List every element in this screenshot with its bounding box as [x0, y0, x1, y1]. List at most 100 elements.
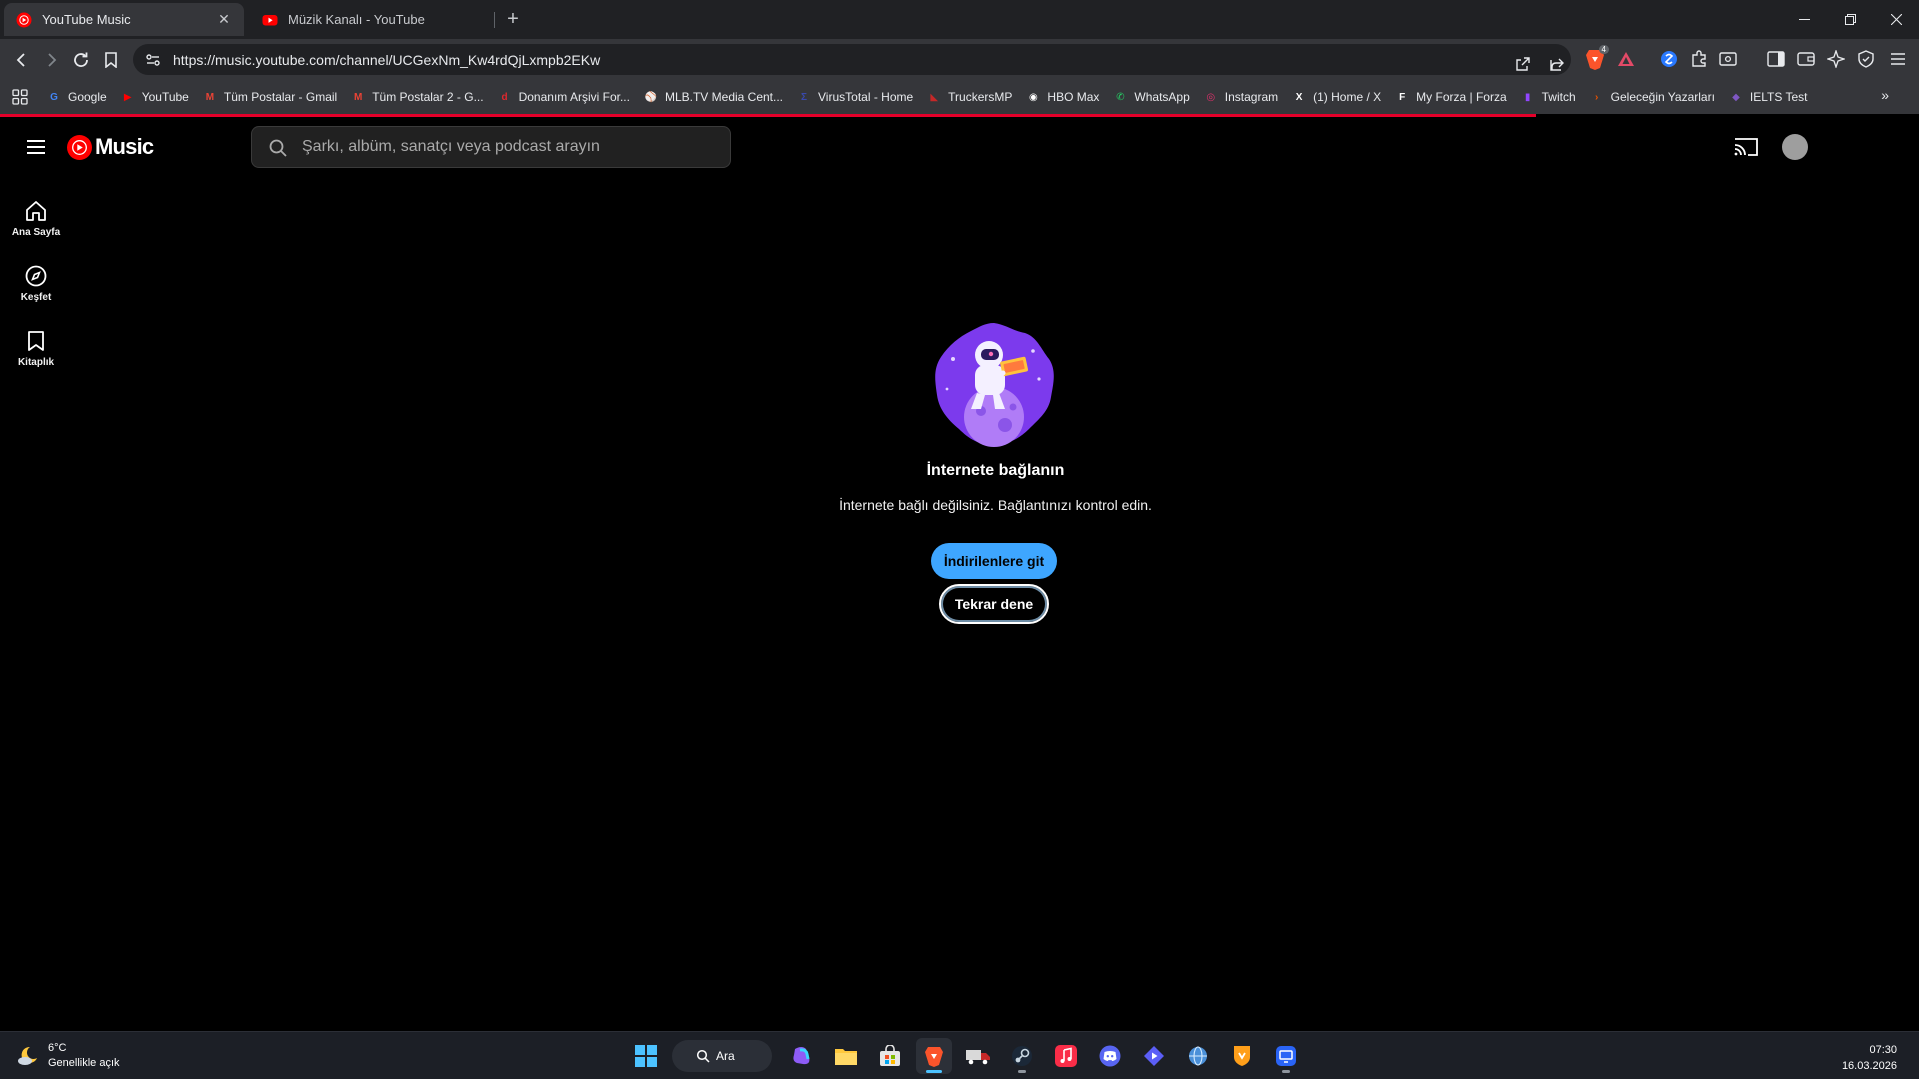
search-icon: [269, 139, 287, 157]
start-button[interactable]: [628, 1038, 664, 1074]
bookmark-label: YouTube: [141, 90, 189, 104]
clock-time: 07:30: [1869, 1044, 1897, 1056]
share-button[interactable]: [1545, 52, 1569, 76]
tab-youtube-music[interactable]: YouTube Music ✕: [4, 3, 244, 36]
bookmark-item[interactable]: d Donanım Arşivi For...: [497, 89, 630, 105]
close-window-button[interactable]: [1873, 0, 1919, 39]
bookmark-item[interactable]: F My Forza | Forza: [1394, 89, 1507, 105]
go-to-downloads-button[interactable]: İndirilenlere git: [931, 543, 1057, 579]
bookmark-item[interactable]: ◆ IELTS Test: [1728, 89, 1807, 105]
bookmark-item[interactable]: Σ VirusTotal - Home: [796, 89, 913, 105]
globe-icon: [1189, 1046, 1207, 1066]
cast-icon[interactable]: [1733, 135, 1759, 159]
bookmark-item[interactable]: X (1) Home / X: [1291, 89, 1381, 105]
main-menu-button[interactable]: [1886, 47, 1910, 71]
taskbar-truckersmp[interactable]: [960, 1038, 996, 1074]
bookmark-item[interactable]: ▶ YouTube: [120, 89, 189, 105]
taskbar-apple-music[interactable]: [1048, 1038, 1084, 1074]
tab-muzik-kanali[interactable]: Müzik Kanalı - YouTube: [250, 3, 494, 36]
google-icon: G: [50, 91, 58, 103]
screenshot-button[interactable]: [1716, 47, 1740, 71]
taskbar-remote-app[interactable]: [1268, 1038, 1304, 1074]
leo-ai-button[interactable]: [1824, 47, 1848, 71]
bookmark-item[interactable]: G Google: [46, 89, 107, 105]
sidebar-toggle-button[interactable]: [1764, 47, 1788, 71]
steam-icon: [1012, 1046, 1032, 1066]
taskbar-globe-app[interactable]: [1180, 1038, 1216, 1074]
taskbar-steam[interactable]: [1004, 1038, 1040, 1074]
vpn-button[interactable]: [1854, 47, 1878, 71]
apps-button[interactable]: [8, 85, 32, 109]
brave-rewards-button[interactable]: [1614, 47, 1638, 71]
more-bookmarks-button[interactable]: »: [1881, 87, 1889, 103]
weather-desc: Genellikle açık: [48, 1057, 120, 1069]
hamburger-menu-icon[interactable]: [24, 135, 48, 159]
blue-extension-icon: [1661, 51, 1677, 67]
youtube-music-logo-icon: [67, 134, 92, 160]
sidebar-item-home[interactable]: Ana Sayfa: [0, 177, 72, 242]
tab-title: Müzik Kanalı - YouTube: [288, 12, 425, 27]
account-avatar[interactable]: [1782, 134, 1808, 160]
taskbar-store[interactable]: [872, 1038, 908, 1074]
extension-1-button[interactable]: [1657, 47, 1681, 71]
taskbar-copilot[interactable]: [784, 1038, 820, 1074]
youtube-music-logo[interactable]: Music: [67, 134, 154, 160]
taskbar-file-explorer[interactable]: [828, 1038, 864, 1074]
bookmark-item[interactable]: › Geleceğin Yazarları: [1589, 89, 1715, 105]
bookmark-item[interactable]: M Tüm Postalar 2 - G...: [350, 89, 484, 105]
extensions-button[interactable]: [1687, 47, 1711, 71]
virustotal-icon: Σ: [801, 91, 808, 103]
taskbar-brave-beta[interactable]: [1224, 1038, 1260, 1074]
donanim-icon: d: [501, 91, 508, 103]
back-button[interactable]: [9, 47, 35, 73]
clock-date: 16.03.2026: [1841, 1060, 1897, 1072]
bookmark-item[interactable]: ◣ TruckersMP: [926, 89, 1012, 105]
brave-shields-button[interactable]: 4: [1583, 45, 1609, 71]
sidebar-item-explore[interactable]: Keşfet: [0, 242, 72, 307]
youtube-icon: ▶: [123, 91, 132, 103]
retry-button[interactable]: Tekrar dene: [939, 584, 1049, 624]
bookmark-item[interactable]: ◎ Instagram: [1203, 89, 1278, 105]
tab-close-icon[interactable]: ✕: [216, 11, 232, 28]
close-icon: [1890, 14, 1902, 25]
new-tab-button[interactable]: +: [502, 8, 524, 30]
search-box[interactable]: [251, 126, 731, 168]
site-settings-icon[interactable]: [145, 52, 161, 68]
taskbar-brave[interactable]: [916, 1038, 952, 1074]
bookmark-icon: [105, 52, 117, 68]
taskbar-discord[interactable]: [1092, 1038, 1128, 1074]
taskbar-search[interactable]: Ara: [672, 1040, 772, 1072]
bookmarks-bar: G Google ▶ YouTube M Tüm Postalar - Gmail M Tüm…: [0, 80, 1919, 114]
youtube-music-favicon-icon: [16, 12, 32, 27]
address-bar[interactable]: https://music.youtube.com/channel/UCGexN…: [133, 44, 1571, 75]
sidebar-item-label: Keşfet: [20, 292, 52, 303]
reload-button[interactable]: [68, 47, 94, 73]
open-external-icon: [1516, 57, 1530, 71]
url-text: https://music.youtube.com/channel/UCGexN…: [173, 51, 601, 68]
restore-button[interactable]: [1827, 0, 1873, 39]
taskbar-app-diamond[interactable]: [1136, 1038, 1172, 1074]
bookmark-item[interactable]: ✆ WhatsApp: [1112, 89, 1190, 105]
bookmark-item[interactable]: ⚾ MLB.TV Media Cent...: [643, 89, 783, 105]
sidebar-panel-icon: [1767, 51, 1785, 67]
forward-button[interactable]: [38, 47, 64, 73]
restore-icon: [1844, 14, 1856, 25]
bookmark-label: Twitch: [1541, 90, 1576, 104]
wallet-button[interactable]: [1794, 47, 1818, 71]
open-in-app-button[interactable]: [1511, 52, 1535, 76]
bookmark-item[interactable]: M Tüm Postalar - Gmail: [202, 89, 338, 105]
bookmark-label: Tüm Postalar 2 - G...: [372, 90, 484, 104]
minimize-button[interactable]: [1781, 0, 1827, 39]
system-clock[interactable]: 07:30 16.03.2026: [1842, 1042, 1897, 1074]
bookmark-item[interactable]: ◉ HBO Max: [1025, 89, 1099, 105]
sidebar-item-library[interactable]: Kitaplık: [0, 307, 72, 372]
forza-icon: F: [1399, 91, 1406, 103]
bookmark-page-button[interactable]: [98, 47, 124, 73]
offline-heading: İnternete bağlanın: [926, 462, 1065, 479]
bookmark-label: My Forza | Forza: [1416, 90, 1507, 104]
bookmark-item[interactable]: ▮ Twitch: [1520, 89, 1576, 105]
ielts-icon: ◆: [1732, 91, 1740, 103]
browser-toolbar: https://music.youtube.com/channel/UCGexN…: [0, 39, 1919, 80]
search-input[interactable]: [302, 138, 730, 156]
weather-widget[interactable]: 6°C Genellikle açık: [16, 1041, 120, 1071]
